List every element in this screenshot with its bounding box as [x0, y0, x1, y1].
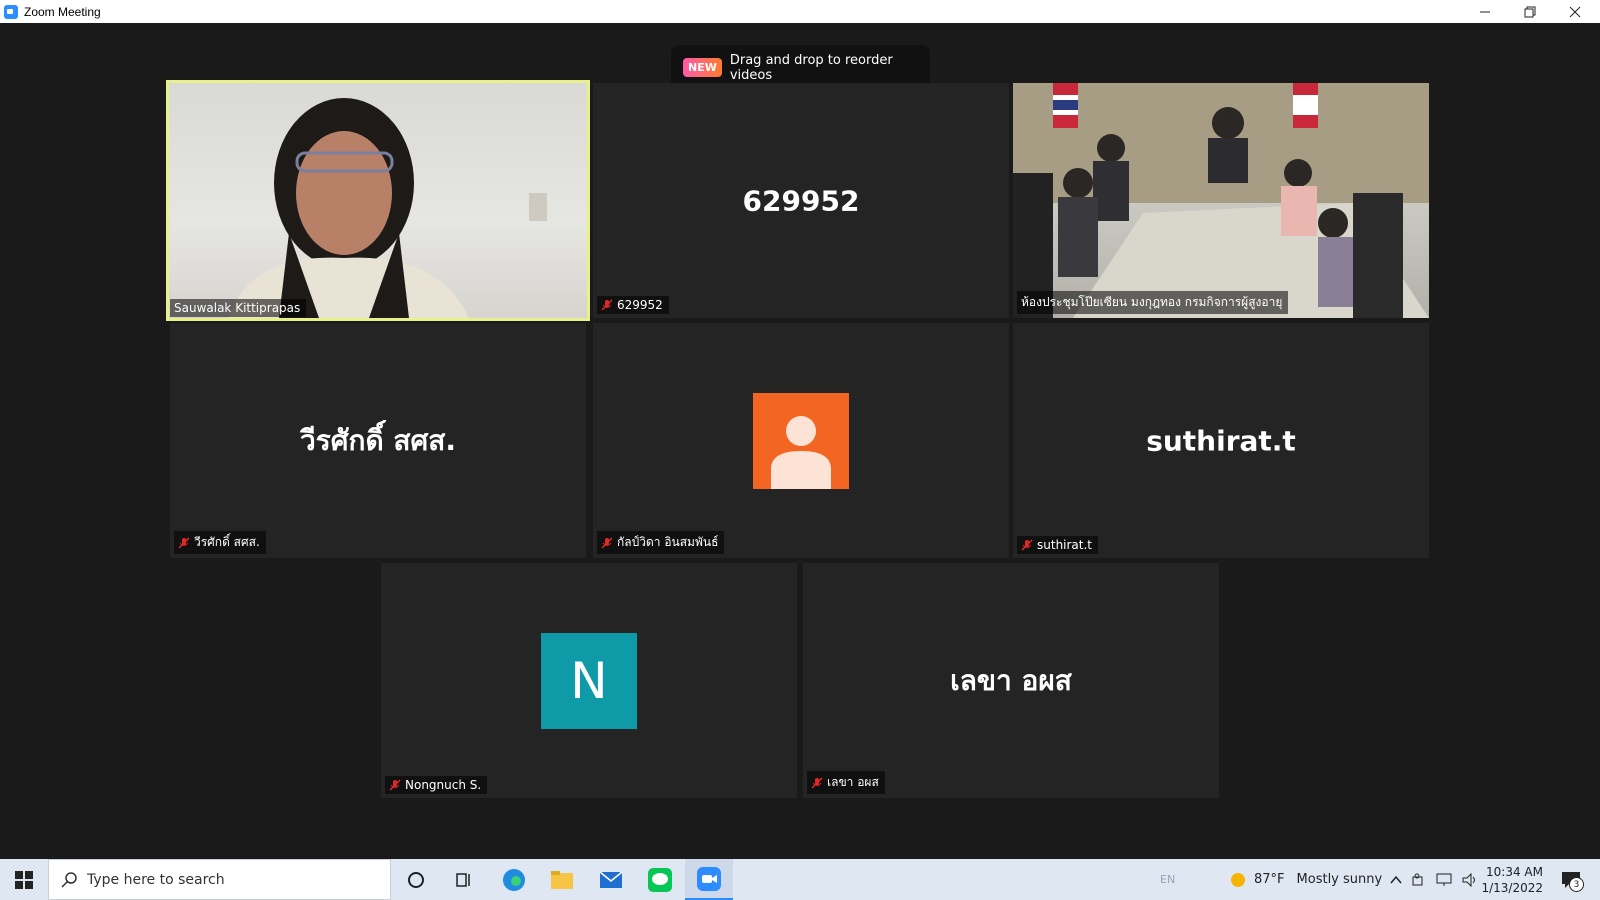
- zoom-taskbar-button[interactable]: [685, 859, 733, 900]
- participant-name-label: 629952: [597, 296, 669, 314]
- video-tile-suthirat[interactable]: suthirat.t suthirat.t: [1013, 323, 1429, 558]
- participant-name-label: กัลป์วิดา อินสมพันธ์: [597, 531, 725, 554]
- search-icon: [61, 871, 77, 888]
- participant-avatar: [753, 392, 849, 489]
- person-icon: [771, 415, 831, 489]
- task-view-icon: [456, 872, 470, 887]
- network-icon[interactable]: [1436, 873, 1452, 887]
- window-title: Zoom Meeting: [24, 4, 101, 19]
- participant-name-label: suthirat.t: [1017, 536, 1099, 554]
- video-tile-meeting-room[interactable]: ห้องประชุมโป๊ยเซียน มงกุฎทอง กรมกิจการผู…: [1013, 83, 1429, 318]
- task-view-button[interactable]: [440, 859, 488, 900]
- minimize-button[interactable]: [1462, 0, 1507, 23]
- muted-mic-icon: [811, 776, 823, 789]
- muted-mic-icon: [601, 536, 613, 549]
- edge-icon: [503, 868, 525, 891]
- minimize-icon: [1479, 11, 1490, 12]
- close-icon: [1569, 6, 1580, 17]
- video-tile-lekha[interactable]: เลขา อผส เลขา อผส: [803, 563, 1219, 798]
- clock[interactable]: 10:34 AM 1/13/2022: [1481, 859, 1543, 900]
- restore-icon: [1524, 6, 1535, 17]
- clock-time: 10:34 AM: [1486, 864, 1543, 879]
- edge-taskbar-button[interactable]: [490, 859, 538, 900]
- chevron-up-icon[interactable]: [1390, 874, 1402, 886]
- weather-widget[interactable]: 87°F Mostly sunny: [1228, 859, 1382, 900]
- zoom-icon: [697, 866, 721, 891]
- participant-name-label: เลขา อผส: [807, 771, 885, 794]
- muted-mic-icon: [1021, 539, 1033, 551]
- file-explorer-button[interactable]: [538, 859, 586, 900]
- mail-icon: [599, 870, 623, 888]
- line-app-button[interactable]: [636, 859, 684, 900]
- zoom-app-icon: [4, 4, 18, 19]
- line-icon: [648, 867, 672, 892]
- close-button[interactable]: [1552, 0, 1597, 23]
- windows-taskbar: Type here to search EN 87°F Mostly sunny…: [0, 859, 1600, 900]
- participant-name-label: วีรศักดิ์ สศส.: [174, 531, 266, 554]
- start-button[interactable]: [0, 859, 48, 900]
- video-tile-629952[interactable]: 629952 629952: [593, 83, 1009, 318]
- participant-avatar: N: [541, 632, 637, 729]
- search-placeholder: Type here to search: [87, 871, 225, 888]
- restore-button[interactable]: [1507, 0, 1552, 23]
- video-tile-sauwalak[interactable]: Sauwalak Kittiprapas: [166, 80, 590, 321]
- video-tile-nongnuch[interactable]: N Nongnuch S.: [381, 563, 797, 798]
- title-bar: Zoom Meeting: [0, 0, 1600, 23]
- participant-display-name: วีรศักดิ์ สศส.: [299, 423, 456, 457]
- participant-video: [1013, 83, 1429, 318]
- notification-count: 3: [1569, 877, 1584, 892]
- video-frame: [1013, 83, 1429, 318]
- sun-icon: [1231, 872, 1245, 887]
- toast-text: Drag and drop to reorder videos: [729, 52, 893, 83]
- language-indicator[interactable]: EN: [1160, 859, 1175, 900]
- participant-display-name: 629952: [742, 184, 860, 217]
- cortana-button[interactable]: [392, 859, 440, 900]
- meet-now-icon[interactable]: [1412, 873, 1426, 887]
- avatar-letter: N: [570, 651, 608, 710]
- taskbar-search[interactable]: Type here to search: [48, 859, 391, 900]
- participant-display-name: เลขา อผส: [950, 663, 1072, 697]
- weather-desc: Mostly sunny: [1296, 872, 1383, 887]
- participant-name-label: Nongnuch S.: [385, 776, 488, 794]
- participant-video: [169, 83, 587, 318]
- new-badge: NEW: [683, 58, 722, 77]
- muted-mic-icon: [389, 779, 401, 791]
- notifications-button[interactable]: 3: [1556, 859, 1586, 900]
- mail-button[interactable]: [587, 859, 635, 900]
- weather-temp: 87°F: [1254, 872, 1285, 887]
- participant-display-name: suthirat.t: [1146, 424, 1296, 457]
- volume-icon[interactable]: [1462, 872, 1478, 887]
- video-tile-kanwida[interactable]: กัลป์วิดา อินสมพันธ์: [593, 323, 1009, 558]
- cortana-icon: [408, 871, 424, 888]
- video-tile-weerasak[interactable]: วีรศักดิ์ สศส. วีรศักดิ์ สศส.: [170, 323, 586, 558]
- video-frame: [229, 98, 547, 318]
- folder-icon: [551, 870, 573, 889]
- participant-name-label: ห้องประชุมโป๊ยเซียน มงกุฎทอง กรมกิจการผู…: [1017, 291, 1289, 314]
- system-tray: [1390, 859, 1478, 900]
- muted-mic-icon: [178, 536, 190, 549]
- clock-date: 1/13/2022: [1481, 880, 1543, 895]
- muted-mic-icon: [601, 299, 613, 311]
- participant-name-label: Sauwalak Kittiprapas: [170, 299, 307, 317]
- windows-logo-icon: [15, 870, 33, 889]
